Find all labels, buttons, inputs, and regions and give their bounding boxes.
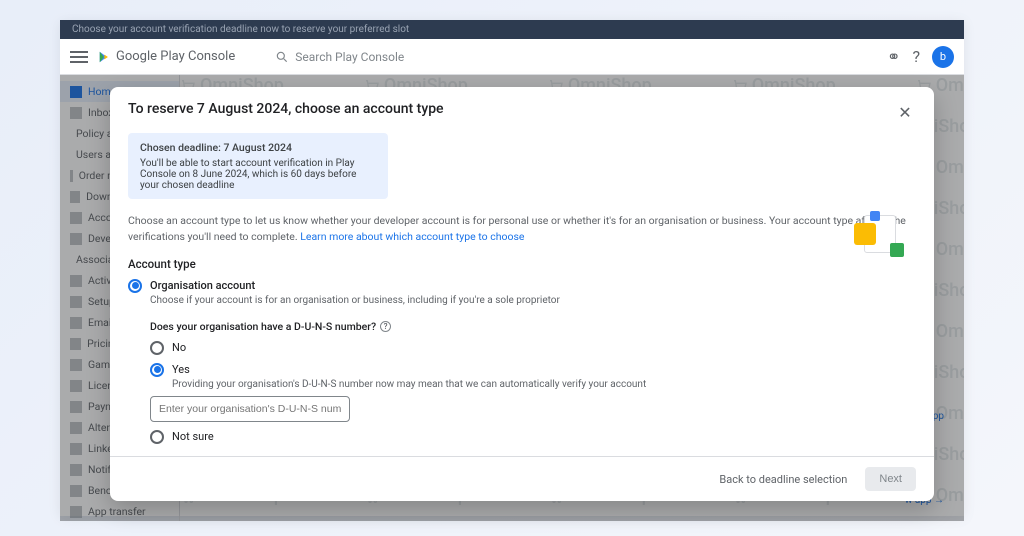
- account-type-dialog: To reserve 7 August 2024, choose an acco…: [110, 87, 934, 501]
- link-icon[interactable]: ⚭: [887, 47, 900, 66]
- radio-org-account[interactable]: Organisation account: [128, 279, 916, 293]
- help-icon[interactable]: ?: [380, 321, 391, 332]
- search-box[interactable]: Search Play Console: [275, 50, 877, 64]
- duns-input[interactable]: [150, 396, 350, 422]
- radio-icon: [150, 363, 164, 377]
- close-icon[interactable]: ✕: [894, 101, 916, 123]
- org-account-sub: Choose if your account is for an organis…: [150, 295, 916, 306]
- question-duns: Does your organisation have a D-U-N-S nu…: [150, 320, 916, 333]
- duns-yes-sub: Providing your organisation's D-U-N-S nu…: [172, 379, 916, 390]
- radio-duns-notsure[interactable]: Not sure: [150, 430, 916, 444]
- radio-icon: [128, 279, 142, 293]
- section-account-type: Account type: [128, 257, 916, 271]
- brand-logo[interactable]: Google Play Console: [98, 49, 235, 64]
- deadline-info: Chosen deadline: 7 August 2024 You'll be…: [128, 133, 388, 199]
- radio-duns-no[interactable]: No: [150, 341, 916, 355]
- avatar[interactable]: b: [932, 46, 954, 68]
- menu-icon[interactable]: [70, 56, 88, 58]
- illustration: [850, 209, 910, 259]
- banner: Choose your account verification deadlin…: [60, 20, 964, 39]
- app-header: Google Play Console Search Play Console …: [60, 39, 964, 75]
- radio-icon: [150, 341, 164, 355]
- back-link[interactable]: Back to deadline selection: [719, 473, 847, 486]
- description: Choose an account type to let us know wh…: [128, 213, 916, 245]
- help-icon[interactable]: ?: [912, 47, 920, 66]
- learn-more-link[interactable]: Learn more about which account type to c…: [300, 230, 524, 243]
- radio-duns-yes[interactable]: Yes: [150, 363, 916, 377]
- next-button[interactable]: Next: [865, 467, 916, 491]
- dialog-title: To reserve 7 August 2024, choose an acco…: [128, 101, 444, 117]
- search-placeholder: Search Play Console: [295, 50, 404, 64]
- radio-icon: [150, 430, 164, 444]
